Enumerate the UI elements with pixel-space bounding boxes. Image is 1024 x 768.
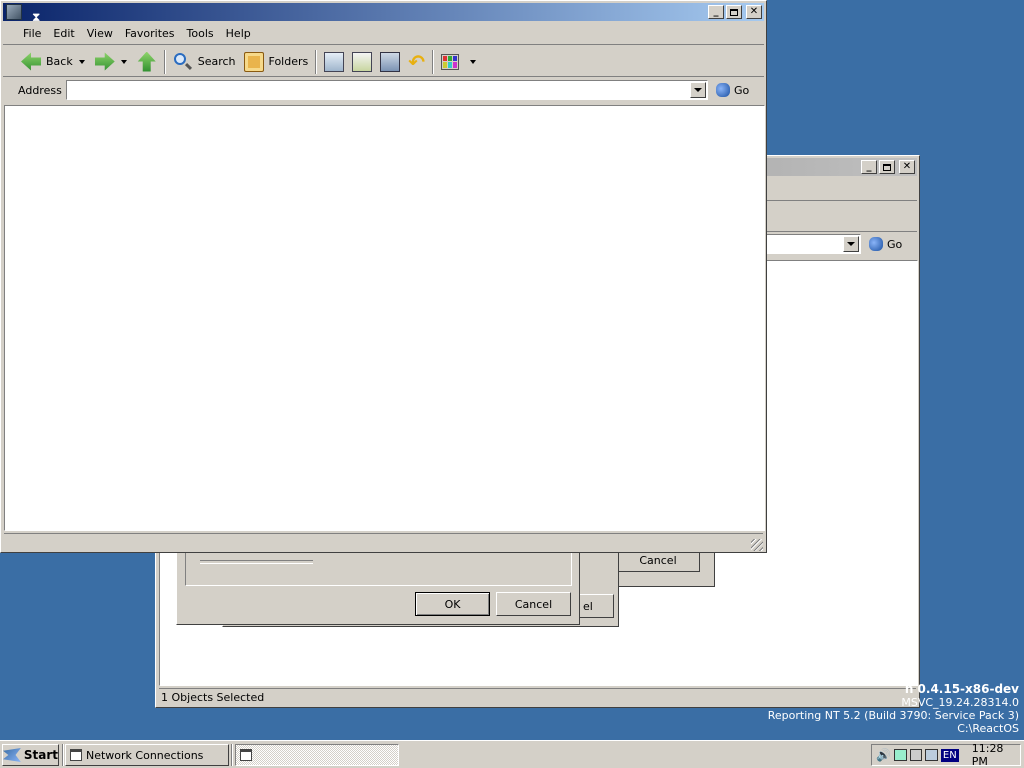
close-icon: ✕ <box>749 6 759 17</box>
menu-file[interactable]: File <box>17 25 47 43</box>
go-label: Go <box>734 83 750 97</box>
main-explorer-window: ⧗ _ ✕ File Edit View Favorites Tools Hel… <box>0 0 767 553</box>
undo-icon: ↶ <box>408 49 426 74</box>
resize-grip-icon[interactable] <box>751 539 763 551</box>
address-input[interactable] <box>66 80 708 100</box>
taskbar-separator <box>231 744 233 766</box>
main-window-titlebar[interactable]: ⧗ _ ✕ <box>3 3 764 24</box>
undo-button[interactable]: ↶ <box>404 49 429 75</box>
watermark-path: C:\ReactOS <box>957 722 1019 735</box>
window-icon <box>70 749 82 761</box>
maximize-icon <box>883 163 891 171</box>
maximize-icon <box>730 8 738 16</box>
ok-button[interactable]: OK <box>415 592 490 616</box>
folders-icon <box>243 51 264 72</box>
taskbar: Start Network Connections 🔊 EN 11:28 PM <box>0 740 1024 768</box>
move-to-button[interactable] <box>320 49 348 75</box>
copy-to-icon <box>352 51 373 72</box>
close-button[interactable]: ✕ <box>746 5 762 19</box>
maximize-button[interactable] <box>879 160 895 174</box>
forward-arrow-icon <box>94 52 115 71</box>
menu-tools[interactable]: Tools <box>181 25 220 43</box>
views-icon <box>441 53 460 70</box>
content-pane[interactable] <box>4 105 765 531</box>
delete-button[interactable] <box>376 49 404 75</box>
minimize-icon: _ <box>866 161 872 172</box>
menu-view[interactable]: View <box>81 25 119 43</box>
maximize-button[interactable] <box>726 5 742 19</box>
up-arrow-icon <box>137 51 156 72</box>
taskbar-button-network-connections[interactable]: Network Connections <box>65 744 229 766</box>
statusbar <box>4 533 763 551</box>
minimize-icon: _ <box>713 6 719 17</box>
chevron-down-icon <box>847 242 855 246</box>
watermark-version: n 0.4.15-x86-dev <box>904 682 1019 696</box>
address-label: Address <box>18 83 62 97</box>
watermark-reporting: Reporting NT 5.2 (Build 3790: Service Pa… <box>767 709 1019 722</box>
taskbar-separator <box>62 744 64 766</box>
build-watermark: n 0.4.15-x86-dev MSVC_19.24.28314.0 Repo… <box>719 682 1019 736</box>
menubar: File Edit View Favorites Tools Help <box>3 23 764 45</box>
hourglass-cursor-icon: ⧗ <box>32 10 41 24</box>
address-dropdown-button[interactable] <box>843 236 859 252</box>
background-go-button[interactable]: Go <box>869 234 902 254</box>
toolbar-separator <box>315 49 318 74</box>
go-button[interactable]: Go <box>716 83 749 97</box>
network-connections-icon[interactable] <box>924 749 938 761</box>
toolbar-separator <box>163 49 166 74</box>
menu-favorites[interactable]: Favorites <box>119 25 181 43</box>
address-bar: Address Go <box>3 79 764 101</box>
search-button[interactable]: Search <box>169 49 240 75</box>
cancel-button[interactable]: Cancel <box>496 592 571 616</box>
safely-remove-icon[interactable] <box>910 749 922 761</box>
chevron-down-icon <box>694 88 702 92</box>
search-icon <box>173 52 193 72</box>
start-button[interactable]: Start <box>2 744 59 766</box>
close-icon: ✕ <box>902 161 912 172</box>
dialog-middle-cancel-button[interactable]: el <box>578 594 614 618</box>
go-icon <box>869 237 883 251</box>
clock[interactable]: 11:28 PM <box>972 742 1020 768</box>
language-indicator[interactable]: EN <box>940 748 959 762</box>
minimize-button[interactable]: _ <box>861 160 877 174</box>
up-button[interactable] <box>133 49 161 75</box>
menu-help[interactable]: Help <box>220 25 257 43</box>
back-dropdown-icon[interactable] <box>78 59 85 64</box>
folders-button[interactable]: Folders <box>240 49 313 75</box>
status-text: 1 Objects Selected <box>161 690 265 704</box>
start-logo-icon <box>3 748 21 762</box>
back-arrow-icon <box>21 52 41 71</box>
taskbar-button-explorer[interactable] <box>235 744 399 766</box>
watermark-compiler: MSVC_19.24.28314.0 <box>901 696 1019 709</box>
views-dropdown-icon <box>470 59 477 64</box>
window-app-icon[interactable] <box>6 4 22 20</box>
back-button[interactable]: Back <box>17 49 77 75</box>
system-tray: 🔊 EN 11:28 PM <box>871 742 1021 768</box>
go-label: Go <box>887 237 903 251</box>
network-icon[interactable] <box>893 749 908 761</box>
volume-icon[interactable]: 🔊 <box>876 748 891 762</box>
toolbar: Back Search Folders ↶ <box>3 47 764 77</box>
delete-icon <box>380 51 401 72</box>
forward-dropdown-icon[interactable] <box>120 59 127 64</box>
menu-edit[interactable]: Edit <box>47 25 80 43</box>
move-to-icon <box>324 51 345 72</box>
forward-button[interactable] <box>91 49 119 75</box>
close-button[interactable]: ✕ <box>899 160 915 174</box>
copy-to-button[interactable] <box>348 49 376 75</box>
views-button[interactable] <box>437 49 480 75</box>
toolbar-separator <box>432 49 435 74</box>
window-icon <box>240 749 252 761</box>
minimize-button[interactable]: _ <box>708 5 724 19</box>
address-dropdown-button[interactable] <box>690 82 706 98</box>
go-icon <box>716 83 730 97</box>
